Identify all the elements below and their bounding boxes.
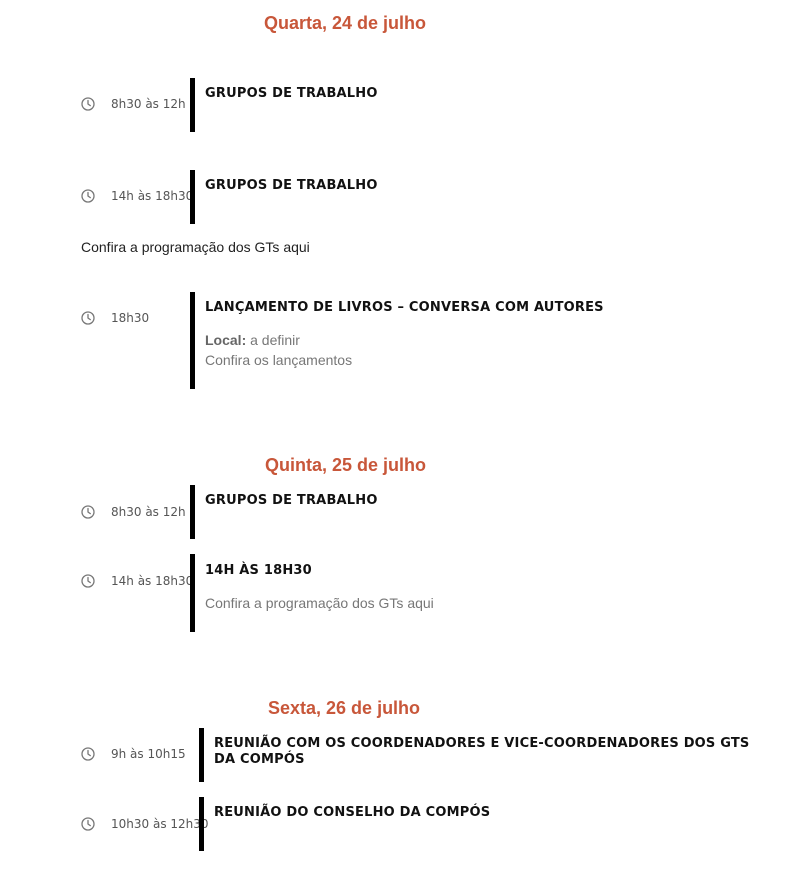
launches-link[interactable]: Confira os lançamentos <box>205 352 352 368</box>
event-time: 18h30 <box>81 311 149 325</box>
clock-icon <box>81 189 103 203</box>
event-time-label: 8h30 às 12h <box>111 505 186 519</box>
event-time: 9h às 10h15 <box>81 747 186 761</box>
event-title: REUNIÃO DO CONSELHO DA COMPÓS <box>214 805 491 820</box>
event-time: 10h30 às 12h30 <box>81 817 209 831</box>
event-time: 8h30 às 12h <box>81 505 186 519</box>
day-heading: Quinta, 25 de julho <box>265 455 427 475</box>
location-label: Local: <box>205 332 247 348</box>
event-time-label: 14h às 18h30 <box>111 189 194 203</box>
event-title: GRUPOS DE TRABALHO <box>205 493 378 508</box>
day-heading: Quarta, 24 de julho <box>264 13 427 33</box>
clock-icon <box>81 505 103 519</box>
clock-icon <box>81 574 103 588</box>
event-bar <box>190 554 195 632</box>
event-time-label: 10h30 às 12h30 <box>111 817 209 831</box>
event-title: REUNIÃO COM OS COORDENADORES E VICE-COOR… <box>214 736 750 767</box>
event-bar <box>190 170 195 224</box>
clock-icon <box>81 747 103 761</box>
event-title: LANÇAMENTO DE LIVROS – CONVERSA COM AUTO… <box>205 300 604 315</box>
event-time-label: 8h30 às 12h <box>111 97 186 111</box>
event-title: GRUPOS DE TRABALHO <box>205 178 378 193</box>
clock-icon <box>81 817 103 831</box>
event-time-label: 9h às 10h15 <box>111 747 186 761</box>
clock-icon <box>81 311 103 325</box>
gts-program-link[interactable]: Confira a programação dos GTs aqui <box>81 239 310 255</box>
location-value: a definir <box>250 332 300 348</box>
clock-icon <box>81 97 103 111</box>
event-bar <box>190 485 195 539</box>
event-time-label: 18h30 <box>111 311 150 325</box>
event-time: 14h às 18h30 <box>81 574 193 588</box>
event-bar <box>199 728 204 782</box>
event-time-label: 14h às 18h30 <box>111 574 194 588</box>
event-bar <box>199 797 204 851</box>
gts-program-link[interactable]: Confira a programação dos GTs aqui <box>205 595 434 611</box>
day-heading: Sexta, 26 de julho <box>268 698 421 718</box>
event-bar <box>190 78 195 132</box>
event-time: 8h30 às 12h <box>81 97 186 111</box>
event-title: 14H ÀS 18H30 <box>205 563 312 578</box>
event-bar <box>190 292 195 389</box>
event-location: Local: a definir <box>205 332 300 348</box>
event-time: 14h às 18h30 <box>81 189 193 203</box>
event-title: GRUPOS DE TRABALHO <box>205 86 378 101</box>
